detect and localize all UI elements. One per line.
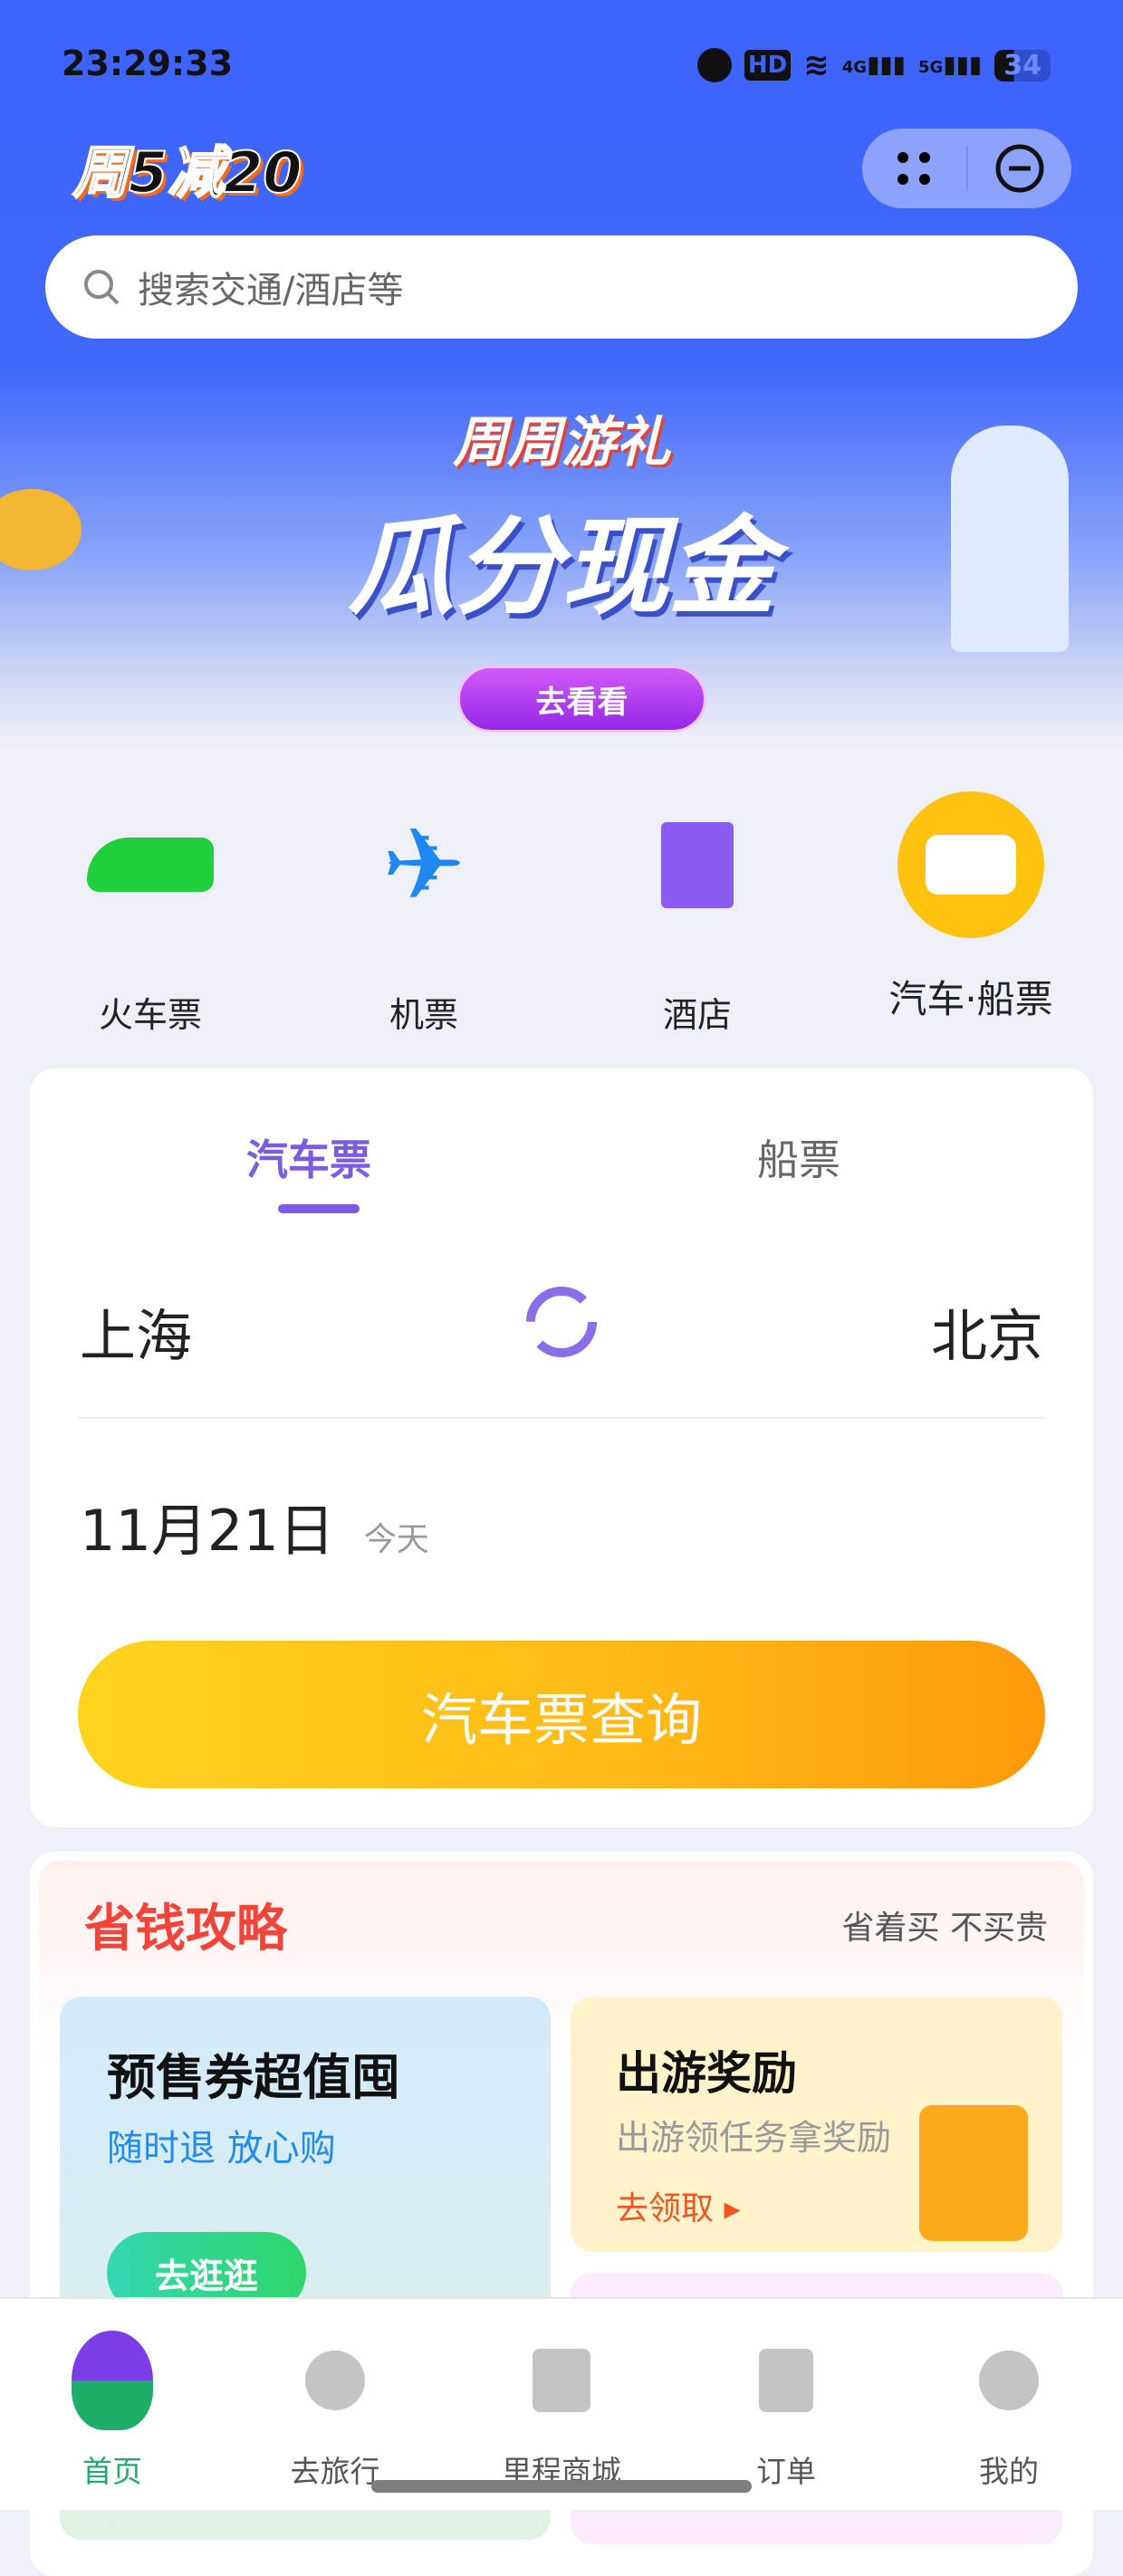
date-field[interactable]: 11月21日 今天: [80, 1485, 429, 1566]
hd-icon: HD: [744, 50, 792, 81]
nav-mall[interactable]: 里程商城: [471, 2326, 652, 2491]
swap-icon[interactable]: [522, 1282, 601, 1365]
mini-program-capsule: [862, 129, 1071, 208]
train-icon: [87, 838, 214, 892]
network-label: 4G: [841, 58, 868, 77]
mascot-home-icon: [72, 2331, 153, 2430]
battery-icon: 34: [994, 49, 1051, 81]
compass-icon: [305, 2351, 365, 2410]
bus-icon: [897, 791, 1044, 938]
nav-travel[interactable]: 去旅行: [245, 2326, 426, 2491]
tower-decoration: [951, 426, 1069, 652]
category-label: 酒店: [662, 995, 732, 1035]
shopping-bag-icon: [533, 2349, 590, 2412]
signal-4g-icon: 4G▮▮▮: [841, 52, 906, 79]
card-subtitle: 随时退 放心购: [107, 2128, 336, 2169]
status-icons: HD ≋ 4G▮▮▮ 5G▮▮▮ 34: [696, 45, 1051, 85]
date-value: 11月21日: [80, 1498, 335, 1564]
gift-icon: [919, 2105, 1028, 2241]
category-train[interactable]: 火车票: [33, 788, 268, 1037]
claim-link-label: 去领取: [616, 2190, 715, 2227]
promo-logo[interactable]: 周5减20: [72, 127, 302, 208]
divider: [78, 1417, 1045, 1419]
claim-link[interactable]: 去领取 ▸: [616, 2182, 741, 2229]
category-flight[interactable]: ✈ 机票: [306, 788, 542, 1037]
wifi-icon: ≋: [803, 47, 830, 83]
card-subtitle: 出游领任务拿奖励: [616, 2118, 892, 2158]
search-input[interactable]: 搜索交通/酒店等: [45, 235, 1078, 339]
from-city[interactable]: 上海: [80, 1290, 192, 1372]
category-hotel[interactable]: 酒店: [580, 788, 815, 1037]
close-circle-icon[interactable]: [968, 129, 1072, 208]
nav-profile[interactable]: 我的: [918, 2326, 1099, 2491]
category-label: 机票: [389, 995, 458, 1035]
signal-5g-icon: 5G▮▮▮: [918, 52, 983, 79]
search-placeholder: 搜索交通/酒店等: [138, 270, 404, 311]
nav-home[interactable]: 首页: [22, 2326, 203, 2491]
plane-icon: ✈: [381, 807, 466, 923]
hotel-icon: [661, 821, 734, 908]
savings-tagline[interactable]: 省着买 不买贵: [842, 1901, 1048, 1949]
bottom-nav: 首页 去旅行 里程商城 订单 我的: [0, 2297, 1123, 2510]
alarm-icon: [696, 48, 732, 82]
date-note: 今天: [363, 1521, 429, 1558]
nav-label: 我的: [979, 2454, 1039, 2489]
card-title: 出游奖励: [616, 2047, 797, 2100]
more-dots-icon[interactable]: [862, 129, 966, 208]
tab-ship[interactable]: 船票: [757, 1127, 840, 1187]
search-bus-button[interactable]: 汽车票查询: [78, 1641, 1045, 1788]
card-title: 预售券超值囤: [107, 2049, 400, 2106]
nav-orders[interactable]: 订单: [696, 2326, 877, 2491]
search-icon: [84, 270, 120, 305]
profile-face-icon: [979, 2351, 1039, 2410]
to-city[interactable]: 北京: [931, 1290, 1043, 1372]
travel-reward-card[interactable]: 出游奖励 出游领任务拿奖励 去领取 ▸: [571, 1997, 1062, 2252]
category-bus-ship[interactable]: 汽车·船票: [853, 788, 1089, 1024]
home-indicator[interactable]: [371, 2480, 752, 2493]
tab-indicator: [278, 1204, 360, 1213]
banner-go-button[interactable]: 去看看: [457, 666, 706, 733]
category-label: 汽车·船票: [888, 977, 1053, 1021]
order-icon: [759, 2349, 813, 2412]
savings-title: 省钱攻略: [84, 1900, 287, 1958]
tab-bus[interactable]: 汽车票: [246, 1127, 371, 1187]
status-time: 23:29:33: [62, 43, 234, 83]
nav-label: 首页: [82, 2454, 142, 2489]
network-label: 5G: [918, 58, 944, 77]
category-label: 火车票: [98, 995, 202, 1035]
